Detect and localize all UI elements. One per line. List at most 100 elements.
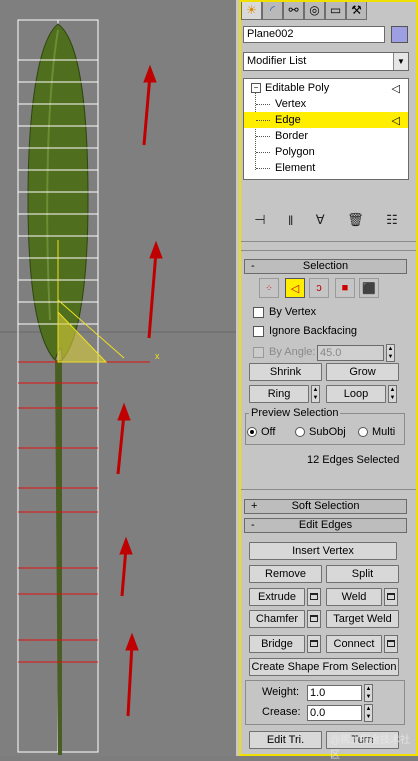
polygon-icon: ■ — [341, 282, 349, 294]
preview-subobj-option[interactable]: SubObj — [295, 424, 346, 440]
curve-tab[interactable]: ◜ — [262, 0, 283, 20]
weight-label: Weight: — [262, 686, 300, 698]
bridge-settings-icon[interactable] — [307, 635, 321, 653]
modifier-stack[interactable]: − Editable Poly ◁ Vertex Edge ◁ Border P… — [243, 78, 409, 180]
create-tab[interactable]: ☀ — [241, 0, 262, 20]
stack-item-label: Vertex — [275, 98, 307, 110]
command-panel: ☀ ◜ ⚯ ◎ ▭ ⚒ Plane002 Modifier List ▼ − E… — [239, 0, 418, 756]
chevron-down-icon[interactable]: ▼ — [393, 53, 408, 70]
leaf-stem — [55, 360, 62, 755]
border-icon: ↄ — [316, 282, 322, 294]
soft-selection-rollout-header[interactable]: + Soft Selection — [244, 499, 407, 514]
ignore-backfacing-checkbox[interactable] — [253, 325, 264, 337]
preview-multi-label: Multi — [372, 426, 396, 438]
viewport-canvas[interactable]: x — [0, 0, 236, 756]
by-angle-spinner[interactable]: ▲ ▼ — [386, 344, 395, 362]
target-weld-button[interactable]: Target Weld — [326, 610, 399, 628]
connect-settings-icon[interactable] — [384, 635, 398, 653]
border-mode-button[interactable]: ↄ — [309, 278, 329, 298]
vertex-icon: ⁘ — [265, 282, 273, 293]
create-shape-button[interactable]: Create Shape From Selection — [249, 658, 399, 676]
remove-button[interactable]: Remove — [249, 565, 322, 583]
loop-spinner[interactable]: ▲ ▼ — [388, 385, 397, 403]
make-unique-icon[interactable]: ∀ — [316, 212, 325, 228]
curve-icon: ◜ — [270, 2, 275, 17]
edge-icon: ◁ — [290, 282, 300, 295]
stack-item-element[interactable]: Element — [244, 160, 408, 176]
edge-subobject-icon: ◁ — [391, 115, 400, 127]
split-button[interactable]: Split — [326, 565, 399, 583]
by-angle-checkbox-row[interactable]: By Angle: — [253, 344, 315, 360]
loop-button[interactable]: Loop — [326, 385, 386, 403]
insert-vertex-button[interactable]: Insert Vertex — [249, 542, 397, 560]
connect-button[interactable]: Connect — [326, 635, 382, 653]
stack-item-label: Element — [275, 162, 316, 174]
preview-subobj-label: SubObj — [309, 426, 346, 438]
edit-edges-title: Edit Edges — [298, 519, 353, 531]
motion-icon: ◎ — [309, 2, 320, 17]
motion-tab[interactable]: ◎ — [304, 0, 325, 20]
stack-item-border[interactable]: Border — [244, 128, 408, 144]
watermark: @稀土掘金技术社区 — [330, 735, 411, 761]
configure-sets-icon[interactable]: ☷ — [386, 212, 398, 228]
weld-settings-icon[interactable] — [384, 588, 398, 606]
soft-selection-title: Soft Selection — [291, 500, 360, 512]
extrude-settings-icon[interactable] — [307, 588, 321, 606]
shrink-button[interactable]: Shrink — [249, 363, 322, 381]
vertex-mode-button[interactable]: ⁘ — [259, 278, 279, 298]
weight-spinner[interactable]: ▲ ▼ — [364, 684, 373, 702]
bridge-button[interactable]: Bridge — [249, 635, 305, 653]
stack-root-label: Editable Poly — [265, 82, 330, 94]
show-end-result-icon[interactable]: ǁ — [288, 213, 293, 228]
stack-item-vertex[interactable]: Vertex — [244, 96, 408, 112]
edit-tri-button[interactable]: Edit Tri. — [249, 731, 322, 749]
preview-selection-title: Preview Selection — [249, 407, 341, 419]
stack-item-polygon[interactable]: Polygon — [244, 144, 408, 160]
chamfer-settings-icon[interactable] — [307, 610, 321, 628]
editable-poly-icon: ◁ — [391, 83, 400, 95]
hierarchy-tab[interactable]: ⚯ — [283, 0, 304, 20]
preview-multi-radio[interactable] — [358, 427, 368, 437]
preview-subobj-radio[interactable] — [295, 427, 305, 437]
expand-icon: + — [251, 500, 258, 512]
pin-stack-icon[interactable]: ⊣ — [254, 212, 265, 228]
weld-button[interactable]: Weld — [326, 588, 382, 606]
ignore-backfacing-checkbox-row[interactable]: Ignore Backfacing — [253, 323, 357, 339]
collapse-icon: - — [251, 519, 255, 531]
object-color-swatch[interactable] — [391, 26, 408, 43]
grow-button[interactable]: Grow — [326, 363, 399, 381]
crease-field[interactable]: 0.0 — [307, 705, 362, 721]
selected-edges — [18, 361, 150, 663]
object-name-field[interactable]: Plane002 — [243, 26, 385, 43]
weight-field[interactable]: 1.0 — [307, 685, 362, 701]
preview-multi-option[interactable]: Multi — [358, 424, 395, 440]
edit-edges-rollout-header[interactable]: - Edit Edges — [244, 518, 407, 533]
display-icon: ▭ — [329, 2, 342, 17]
annotation-arrows — [116, 64, 163, 717]
utilities-tab[interactable]: ⚒ — [346, 0, 367, 20]
by-vertex-checkbox[interactable] — [253, 306, 264, 318]
by-vertex-checkbox-row[interactable]: By Vertex — [253, 304, 316, 320]
preview-off-radio[interactable] — [247, 427, 257, 437]
selection-rollout-header[interactable]: - Selection — [244, 259, 407, 274]
edge-mode-button[interactable]: ◁ — [285, 278, 305, 298]
remove-modifier-icon[interactable]: 🗑 — [347, 212, 364, 228]
display-tab[interactable]: ▭ — [325, 0, 346, 20]
crease-spinner[interactable]: ▲ ▼ — [364, 704, 373, 722]
viewport[interactable]: x — [0, 0, 236, 756]
element-mode-button[interactable]: ⬛ — [359, 278, 379, 298]
transform-gizmo — [57, 310, 108, 363]
ring-button[interactable]: Ring — [249, 385, 309, 403]
modifier-list-dropdown[interactable]: Modifier List ▼ — [243, 52, 409, 71]
by-vertex-label: By Vertex — [269, 306, 317, 318]
extrude-button[interactable]: Extrude — [249, 588, 305, 606]
by-angle-field[interactable]: 45.0 — [317, 345, 384, 361]
ring-spinner[interactable]: ▲ ▼ — [311, 385, 320, 403]
stack-item-editable-poly[interactable]: Editable Poly ◁ — [244, 80, 408, 96]
chamfer-button[interactable]: Chamfer — [249, 610, 305, 628]
sun-icon: ☀ — [246, 2, 257, 17]
by-angle-checkbox[interactable] — [253, 346, 264, 358]
polygon-mode-button[interactable]: ■ — [335, 278, 355, 298]
preview-off-option[interactable]: Off — [247, 424, 275, 440]
stack-toolbar: ⊣ ǁ ∀ 🗑 ☷ — [243, 208, 409, 232]
